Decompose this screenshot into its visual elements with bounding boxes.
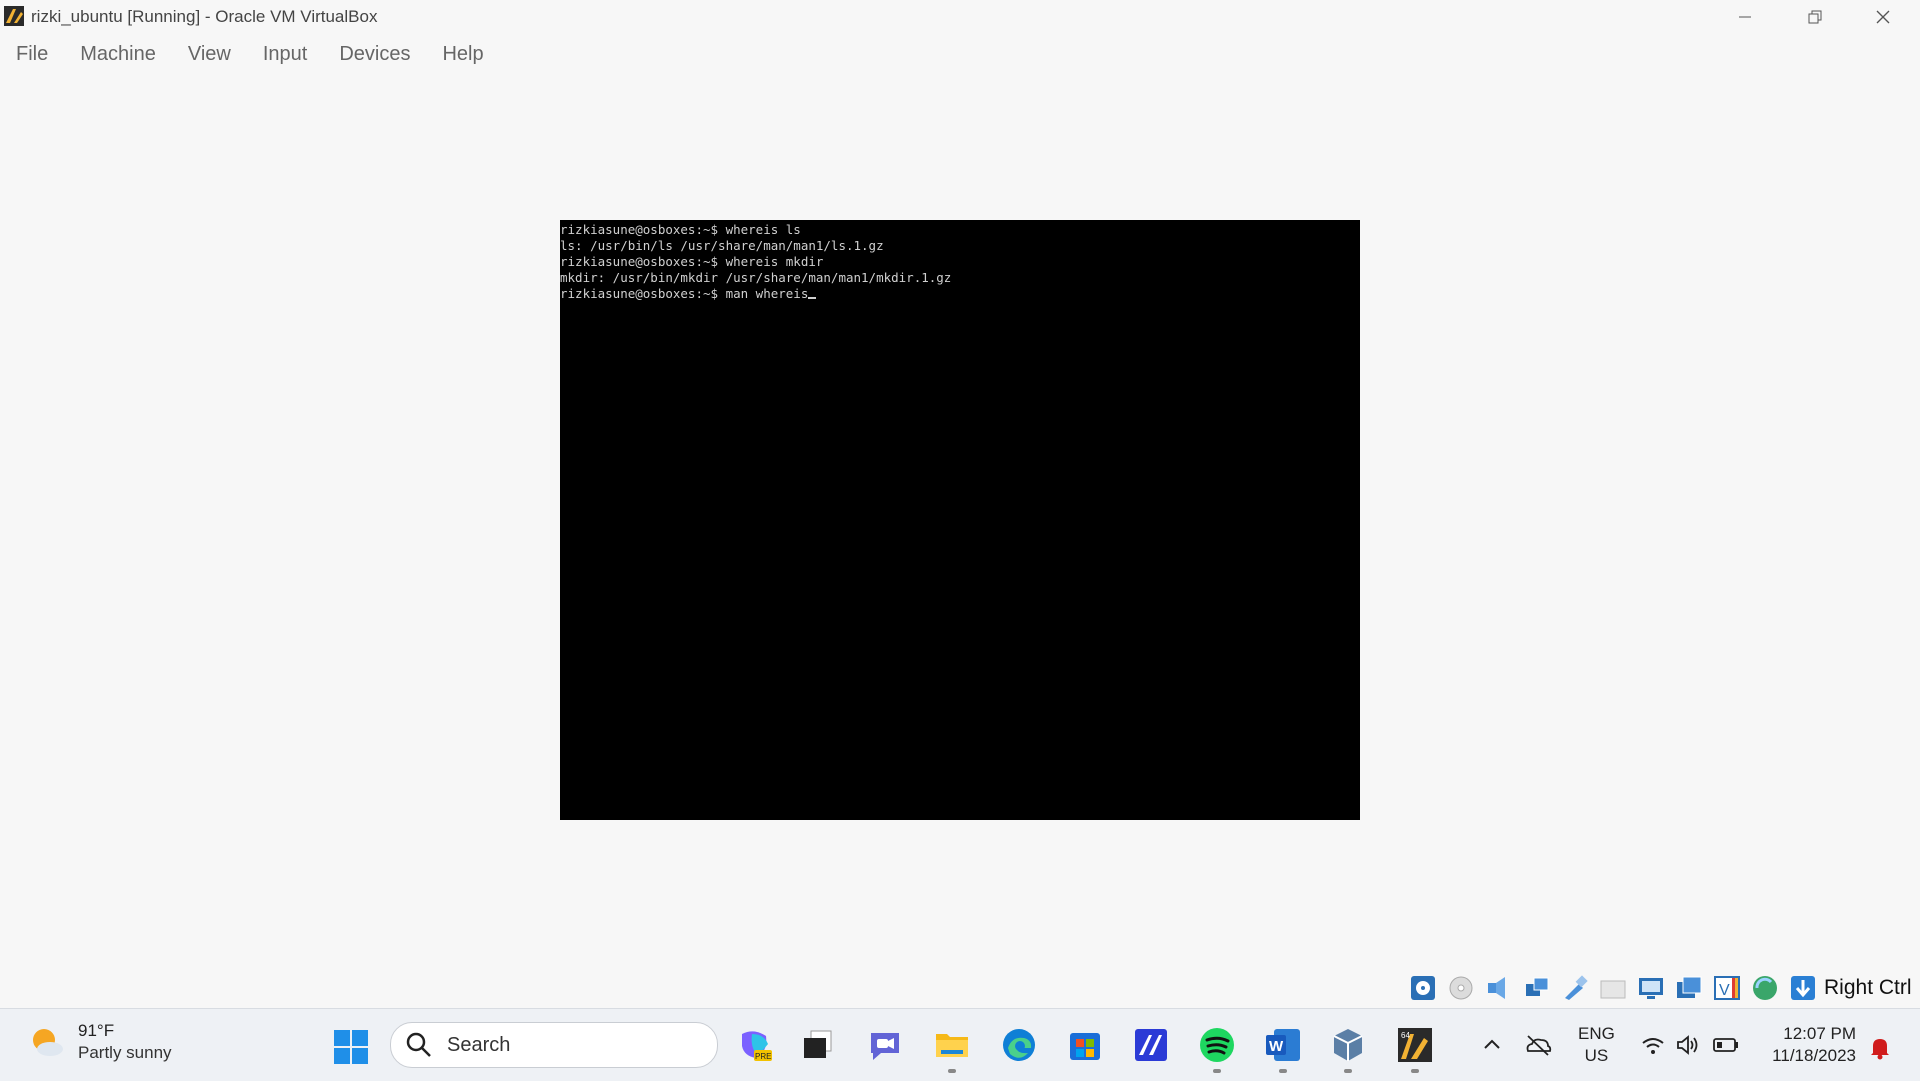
terminal-line: mkdir: /usr/bin/mkdir /usr/share/man/man…: [560, 270, 952, 285]
virtualbox-app-icon: [4, 6, 24, 26]
vm-display[interactable]: rizkiasune@osboxes:~$ whereis ls ls: /usr…: [560, 220, 1360, 820]
weather-condition: Partly sunny: [78, 1043, 172, 1062]
menu-devices[interactable]: Devices: [323, 34, 426, 74]
start-button[interactable]: [333, 1029, 369, 1065]
virtualbox-vm-icon[interactable]: 64: [1395, 1025, 1435, 1073]
window-title: rizki_ubuntu [Running] - Oracle VM Virtu…: [31, 7, 378, 26]
terminal-output: rizkiasune@osboxes:~$ whereis ls ls: /usr…: [560, 222, 951, 302]
close-button[interactable]: [1848, 0, 1918, 34]
vt-x-icon[interactable]: V: [1712, 973, 1742, 1003]
onedrive-offline-icon[interactable]: [1524, 1033, 1552, 1062]
svg-text:PRE: PRE: [755, 1052, 771, 1061]
title-bar: rizki_ubuntu [Running] - Oracle VM Virtu…: [0, 0, 1920, 34]
running-indicator: [1279, 1069, 1287, 1073]
menu-help[interactable]: Help: [426, 34, 499, 74]
recording-icon[interactable]: [1674, 973, 1704, 1003]
keyboard-capture-icon[interactable]: [1788, 973, 1818, 1003]
usb-icon[interactable]: [1560, 973, 1590, 1003]
partly-sunny-icon: [33, 1029, 63, 1056]
word-icon[interactable]: W: [1263, 1025, 1303, 1073]
region-code: US: [1584, 1046, 1609, 1065]
running-indicator: [1213, 1069, 1221, 1073]
terminal-line: rizkiasune@osboxes:~$ whereis mkdir: [560, 254, 824, 269]
language-code: ENG: [1578, 1024, 1615, 1043]
display-icon[interactable]: [1636, 973, 1666, 1003]
shared-folders-icon[interactable]: [1598, 973, 1628, 1003]
chevron-up-icon[interactable]: [1481, 1033, 1503, 1060]
teams-chat-icon[interactable]: [865, 1025, 905, 1065]
terminal-prompt-line: rizkiasune@osboxes:~$ man whereis: [560, 286, 951, 302]
close-icon: [1876, 10, 1890, 24]
file-explorer-icon[interactable]: [932, 1025, 972, 1073]
svg-text:64: 64: [1401, 1031, 1410, 1040]
menu-input[interactable]: Input: [247, 34, 323, 74]
weather-widget[interactable]: 91°F Partly sunny: [26, 1021, 172, 1063]
terminal-line: rizkiasune@osboxes:~$ whereis ls: [560, 222, 801, 237]
edge-icon[interactable]: [999, 1025, 1039, 1065]
taskbar: 91°F Partly sunny Search PRE W 64 ENG US…: [0, 1008, 1920, 1081]
battery-icon[interactable]: [1712, 1033, 1740, 1062]
menu-file[interactable]: File: [0, 34, 64, 74]
notification-bell-icon[interactable]: [1868, 1035, 1892, 1066]
minimize-icon: [1739, 16, 1751, 18]
running-indicator: [948, 1069, 956, 1073]
store-icon[interactable]: [1065, 1025, 1105, 1065]
copilot-icon[interactable]: PRE: [735, 1025, 775, 1065]
minimize-button[interactable]: [1710, 0, 1780, 34]
search-icon: [406, 1032, 431, 1057]
restore-icon: [1808, 10, 1822, 24]
system-clock[interactable]: 12:07 PM 11/18/2023: [1756, 1023, 1856, 1067]
virtualbox-icon[interactable]: [1328, 1025, 1368, 1073]
mouse-integration-icon[interactable]: [1750, 973, 1780, 1003]
hard-disk-icon[interactable]: [1408, 973, 1438, 1003]
running-indicator: [1344, 1069, 1352, 1073]
task-view-icon[interactable]: [798, 1025, 838, 1065]
audio-icon[interactable]: [1484, 973, 1514, 1003]
search-label: Search: [447, 1033, 511, 1056]
wifi-icon[interactable]: [1640, 1033, 1666, 1062]
menu-bar: File Machine View Input Devices Help: [0, 34, 500, 74]
network-icon[interactable]: [1522, 973, 1552, 1003]
spotify-icon[interactable]: [1197, 1025, 1237, 1073]
svg-text:V: V: [1719, 982, 1730, 999]
menu-view[interactable]: View: [172, 34, 247, 74]
volume-icon[interactable]: [1675, 1033, 1701, 1062]
host-key-label: Right Ctrl: [1824, 976, 1912, 999]
vm-status-bar: V Right Ctrl: [1400, 968, 1920, 1008]
restore-button[interactable]: [1780, 0, 1850, 34]
taskbar-search[interactable]: Search: [390, 1022, 718, 1068]
clock-time: 12:07 PM: [1783, 1024, 1856, 1043]
terminal-line: ls: /usr/bin/ls /usr/share/man/man1/ls.1…: [560, 238, 884, 253]
clock-date: 11/18/2023: [1772, 1046, 1856, 1065]
running-indicator: [1411, 1069, 1419, 1073]
weather-temperature: 91°F: [78, 1021, 115, 1040]
app-icon[interactable]: [1131, 1025, 1171, 1065]
svg-text:W: W: [1269, 1038, 1284, 1055]
terminal-current-prompt: rizkiasune@osboxes:~$ man whereis: [560, 286, 809, 301]
language-indicator[interactable]: ENG US: [1578, 1023, 1615, 1067]
menu-machine[interactable]: Machine: [64, 34, 172, 74]
optical-drive-icon[interactable]: [1446, 973, 1476, 1003]
terminal-cursor: [808, 297, 817, 299]
